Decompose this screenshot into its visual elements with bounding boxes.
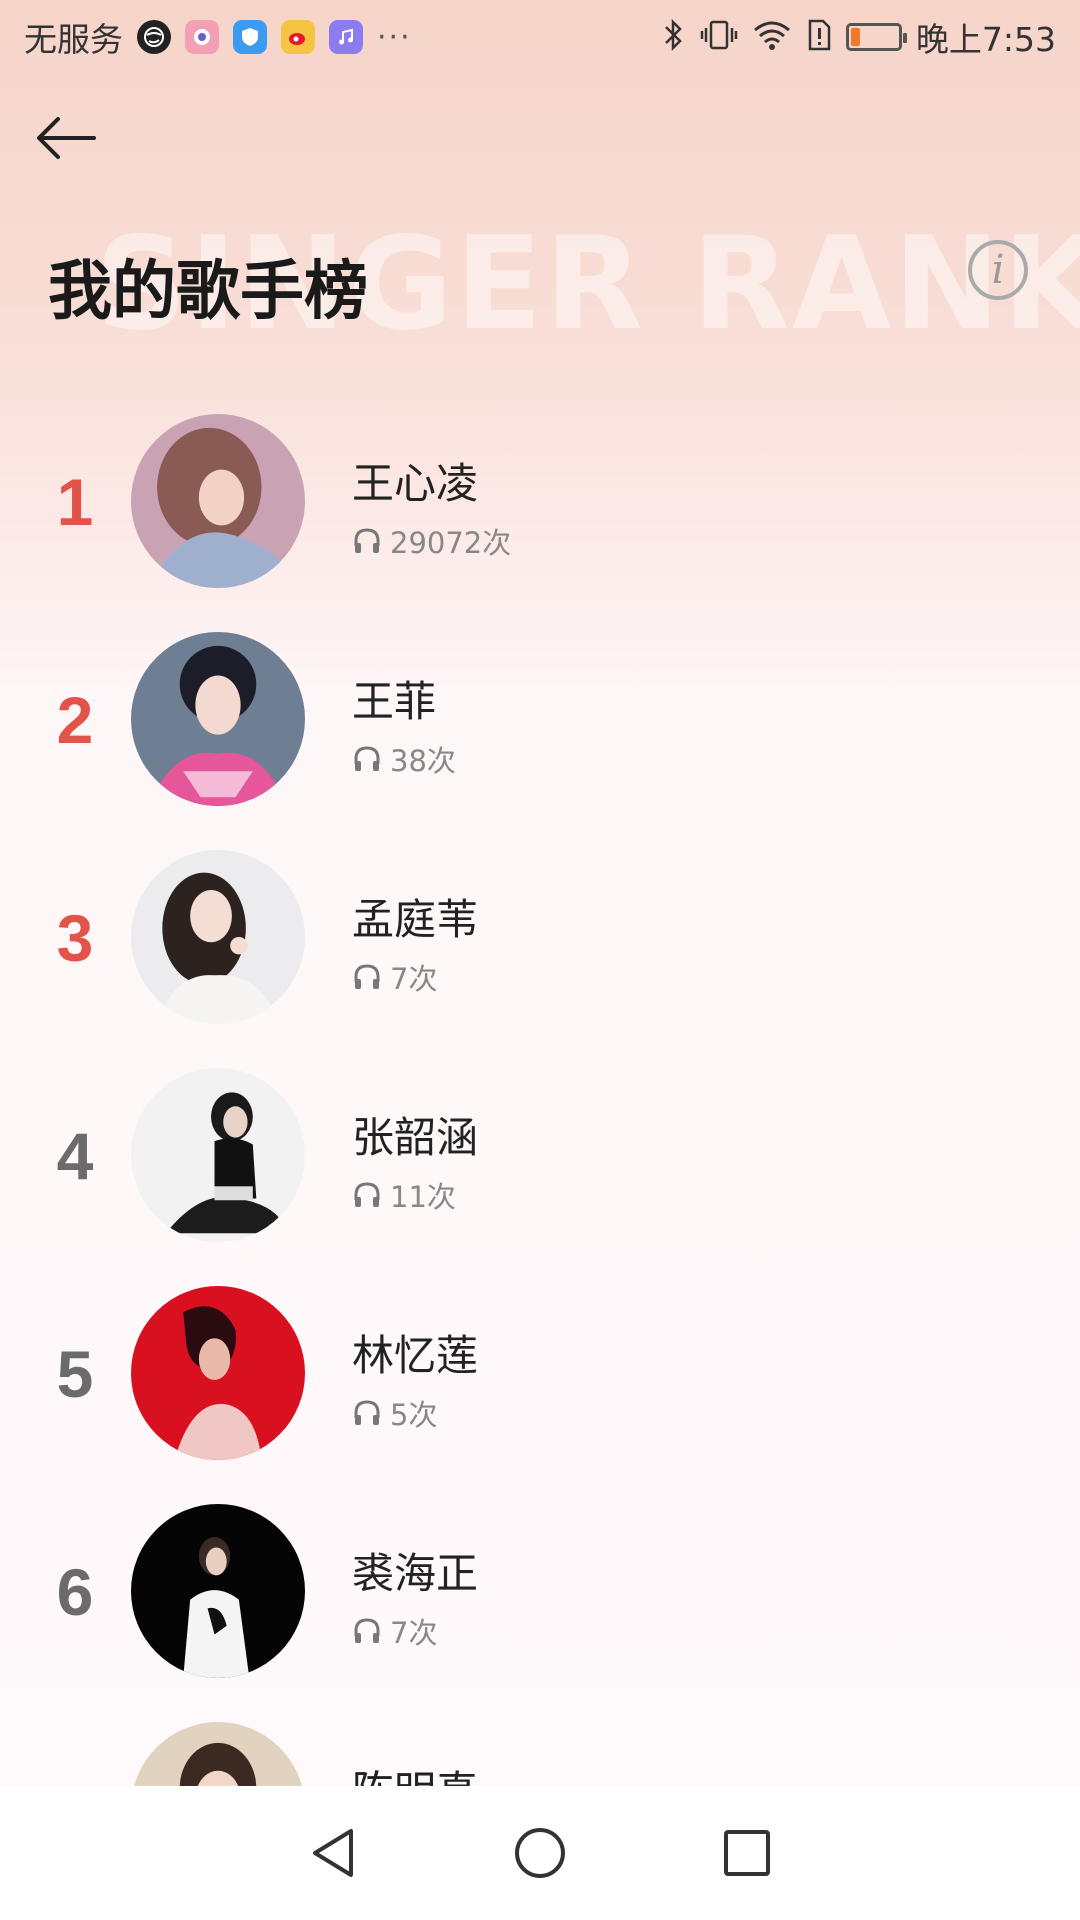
play-count: 38次	[352, 738, 456, 780]
play-count-text: 38次	[390, 744, 456, 778]
rank-number: 3	[56, 901, 94, 975]
play-count: 7次	[352, 1610, 437, 1652]
status-bar: 无服务 ··· 晚上7:53	[0, 0, 1080, 74]
battery-icon	[845, 23, 907, 51]
play-count: 5次	[352, 1392, 437, 1434]
avatar	[131, 1504, 305, 1678]
globe-icon	[137, 20, 171, 54]
info-button[interactable]: i	[968, 240, 1028, 300]
status-left: 无服务 ···	[24, 13, 412, 61]
singer-name: 王心凌	[352, 459, 479, 508]
back-button[interactable]	[30, 108, 102, 168]
vibrate-icon	[700, 18, 738, 56]
nav-home-button[interactable]	[500, 1813, 580, 1893]
singer-name: 张韶涵	[352, 1113, 479, 1162]
rank-number: 5	[56, 1337, 94, 1411]
nav-back-button[interactable]	[293, 1813, 373, 1893]
rank-number: 2	[56, 683, 94, 757]
headphones-icon	[354, 746, 380, 771]
weibo-icon	[281, 20, 315, 54]
list-item[interactable]: 2 王菲 38次	[0, 632, 1080, 850]
square-recents-icon	[723, 1830, 770, 1876]
play-count-text: 7次	[390, 962, 438, 996]
more-notifications-icon: ···	[377, 19, 412, 55]
play-count: 7次	[352, 956, 437, 998]
avatar	[131, 632, 305, 806]
battery-level	[850, 28, 861, 46]
rank-number: 6	[56, 1555, 94, 1629]
singer-name: 裘海正	[352, 1549, 479, 1598]
singer-rank-list: 1 王心凌 29072次 2 王菲 38次 3 孟庭苇 7次 4 张韶涵 11次…	[0, 414, 1080, 1920]
singer-name: 孟庭苇	[352, 895, 479, 944]
rank-number: 4	[56, 1119, 94, 1193]
tieba-icon	[185, 20, 219, 54]
play-count-text: 5次	[390, 1398, 438, 1432]
triangle-back-icon	[313, 1829, 354, 1877]
page-title: 我的歌手榜	[48, 255, 368, 329]
singer-name: 林忆莲	[352, 1331, 479, 1380]
carrier-text: 无服务	[24, 20, 123, 59]
headphones-icon	[354, 1618, 380, 1643]
alert-sim-icon	[806, 18, 832, 56]
shield-icon	[233, 20, 267, 54]
list-item[interactable]: 6 裘海正 7次	[0, 1504, 1080, 1722]
info-icon: i	[991, 247, 1005, 293]
clock: 晚上7:53	[915, 20, 1056, 59]
headphones-icon	[354, 1182, 380, 1207]
play-count-text: 11次	[390, 1180, 456, 1214]
play-count-text: 29072次	[390, 526, 512, 560]
play-count: 11次	[352, 1174, 456, 1216]
play-count-text: 7次	[390, 1616, 438, 1650]
list-item[interactable]: 3 孟庭苇 7次	[0, 850, 1080, 1068]
back-arrow-icon	[37, 117, 96, 159]
status-right: 晚上7:53	[662, 13, 1056, 61]
nav-recents-button[interactable]	[707, 1813, 787, 1893]
rank-number: 1	[56, 465, 94, 539]
avatar	[131, 414, 305, 588]
singer-name: 王菲	[352, 677, 437, 726]
list-item[interactable]: 1 王心凌 29072次	[0, 414, 1080, 632]
list-item[interactable]: 4 张韶涵 11次	[0, 1068, 1080, 1286]
avatar	[131, 850, 305, 1024]
bluetooth-icon	[662, 18, 686, 56]
avatar	[131, 1286, 305, 1460]
play-count: 29072次	[352, 520, 511, 562]
singer-rank-screen: 无服务 ··· 晚上7:53 SINGER RANK 我的歌手榜 i 1 王心凌…	[0, 0, 1080, 1920]
wifi-icon	[752, 18, 792, 56]
headphones-icon	[354, 964, 380, 989]
circle-home-icon	[514, 1828, 565, 1878]
music-app-icon	[329, 20, 363, 54]
system-nav-bar	[0, 1786, 1080, 1920]
headphones-icon	[354, 528, 380, 553]
list-item[interactable]: 5 林忆莲 5次	[0, 1286, 1080, 1504]
headphones-icon	[354, 1400, 380, 1425]
avatar	[131, 1068, 305, 1242]
